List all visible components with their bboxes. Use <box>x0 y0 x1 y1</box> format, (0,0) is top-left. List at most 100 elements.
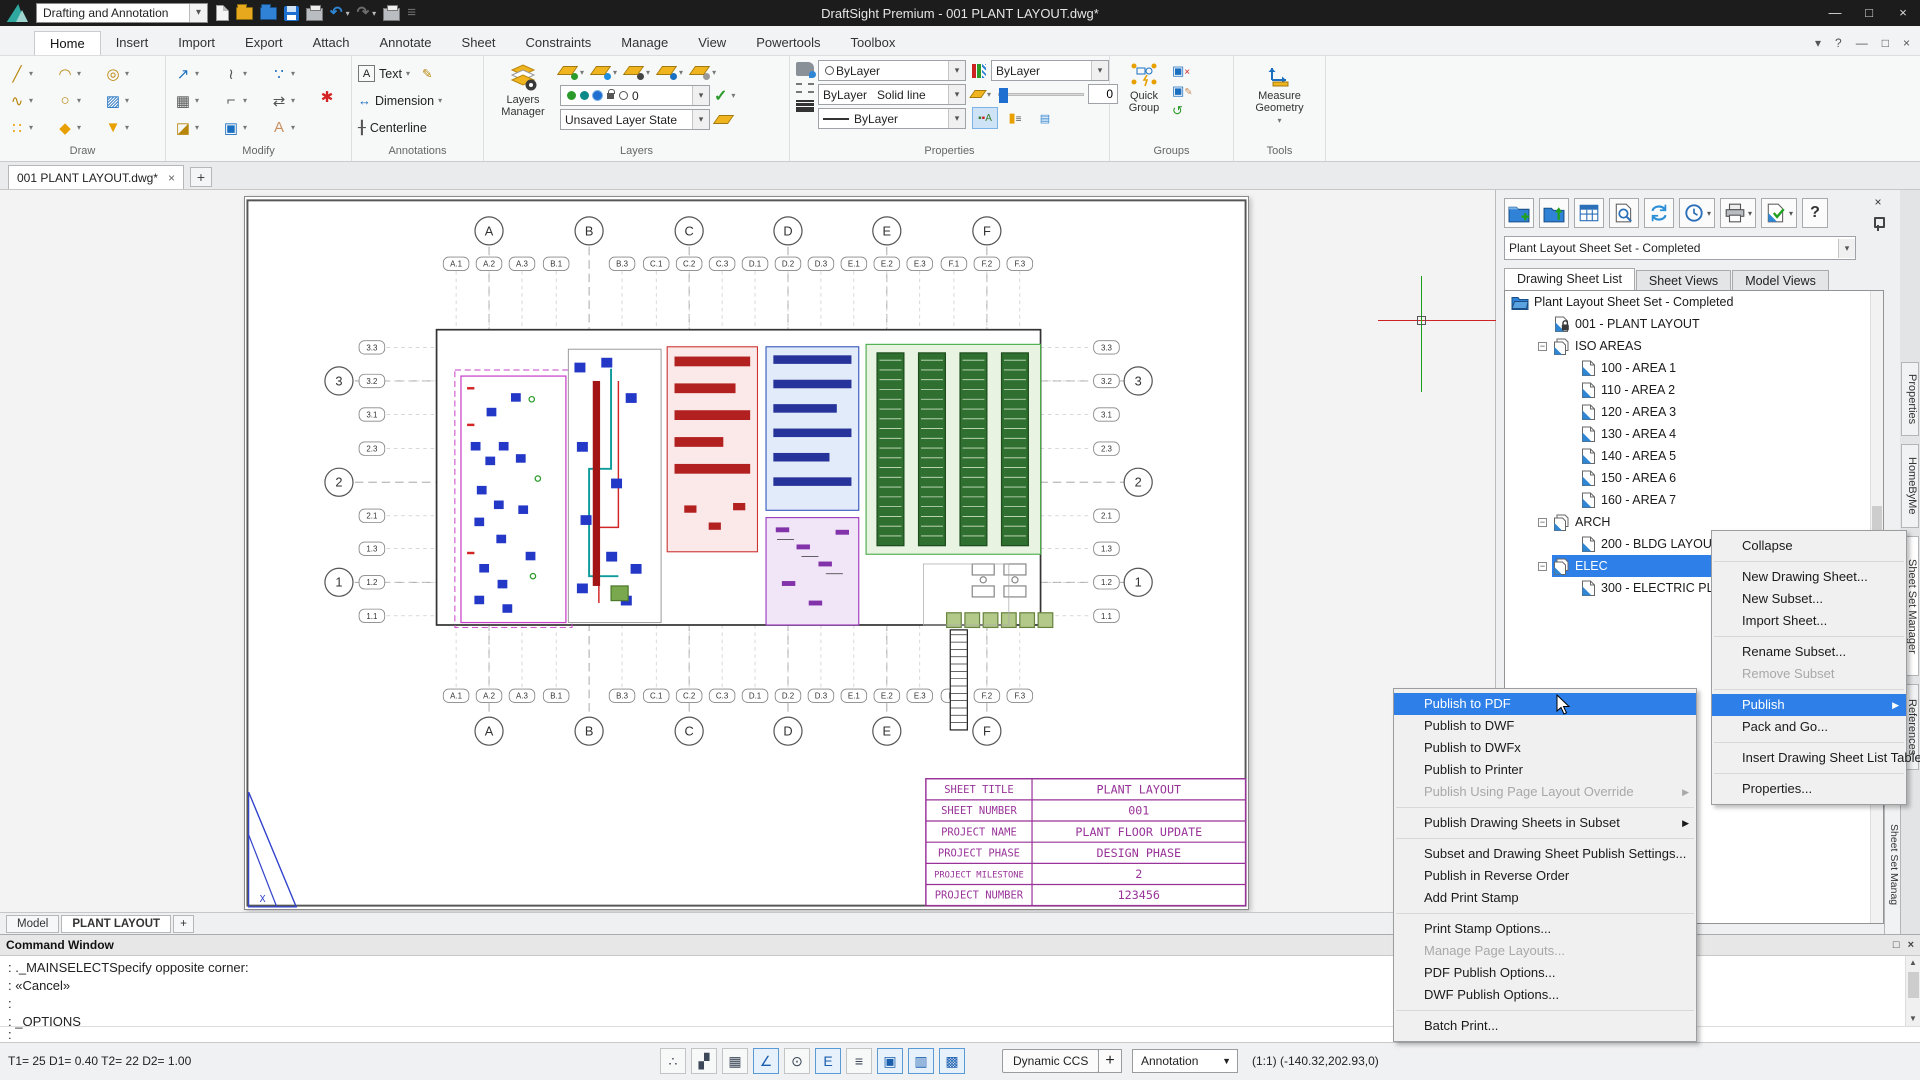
draftsight-logo-icon[interactable] <box>6 2 32 24</box>
publish-button[interactable]: ▾ <box>1761 198 1797 228</box>
trim-tool[interactable]: ⇄▾ <box>268 87 314 114</box>
tab-model[interactable]: Model <box>6 915 59 933</box>
menu-item-new-subset[interactable]: New Subset... <box>1712 588 1906 610</box>
offset-tool[interactable]: ▣▾ <box>220 114 266 141</box>
ribbon-tab-constraints[interactable]: Constraints <box>511 31 607 55</box>
measure-geometry-button[interactable]: Measure Geometry▾ <box>1243 60 1317 127</box>
ribbon-tab-home[interactable]: Home <box>34 31 101 55</box>
text-button[interactable]: AText▾✎ <box>358 60 432 87</box>
dropdown-icon[interactable]: ▾ <box>195 69 199 78</box>
toggle-entity-snap[interactable]: E <box>815 1048 841 1074</box>
dropdown-icon[interactable]: ▾ <box>125 123 129 132</box>
dropdown-icon[interactable]: ▾ <box>125 96 129 105</box>
tree-item-140-area-5[interactable]: 140 - AREA 5 <box>1505 445 1883 467</box>
delete-tool[interactable]: ◪▾ <box>172 114 218 141</box>
collapse-ribbon-icon[interactable]: ▾ <box>1815 36 1821 50</box>
ribbon-tab-view[interactable]: View <box>683 31 741 55</box>
menu-item-manage-page-layouts[interactable]: Manage Page Layouts... <box>1394 940 1696 962</box>
dropdown-icon[interactable]: ▾ <box>195 123 199 132</box>
tree-item-iso-areas[interactable]: −ISO AREAS <box>1505 335 1883 357</box>
help-icon[interactable]: ? <box>1835 36 1842 50</box>
dropdown-icon[interactable]: ▾ <box>243 69 247 78</box>
ribbon-tab-export[interactable]: Export <box>230 31 298 55</box>
toggle-pointer-snap[interactable]: ▞ <box>691 1048 717 1074</box>
add-workspace-button[interactable]: + <box>1098 1049 1122 1073</box>
split-tool[interactable]: ∵▾ <box>268 60 314 87</box>
stretch-tool[interactable]: ≀▾ <box>220 60 266 87</box>
tab-drawing-sheet-list[interactable]: Drawing Sheet List <box>1504 268 1635 291</box>
point-tool[interactable]: ∷▾ <box>6 114 52 141</box>
menu-item-publish-to-dwfx[interactable]: Publish to DWFx <box>1394 737 1696 759</box>
menu-item-rename-subset[interactable]: Rename Subset... <box>1712 641 1906 663</box>
drawing-canvas[interactable]: A.1A.1A.2A.2A.3A.3B.1B.1B.3B.3C.1C.1C.2C… <box>0 190 1496 934</box>
add-layout-button[interactable]: + <box>173 915 194 933</box>
arc-tool[interactable]: ◠▾ <box>54 60 100 87</box>
dropdown-icon[interactable]: ▾ <box>29 123 33 132</box>
menu-item-new-drawing-sheet[interactable]: New Drawing Sheet... <box>1712 566 1906 588</box>
menu-item-pdf-publish-options[interactable]: PDF Publish Options... <box>1394 962 1696 984</box>
dropdown-icon[interactable]: ▾ <box>291 123 295 132</box>
toggle-copy-mode[interactable]: ▩ <box>939 1048 965 1074</box>
panel-pin-icon[interactable] <box>1873 216 1883 232</box>
solid-fill-tool[interactable]: ▼▾ <box>102 114 148 141</box>
panel-close-icon[interactable]: × <box>1869 195 1887 211</box>
menu-item-pack-and-go[interactable]: Pack and Go... <box>1712 716 1906 738</box>
tree-item-plant-layout-sheet-set-completed[interactable]: Plant Layout Sheet Set - Completed <box>1505 291 1883 313</box>
circle-tool[interactable]: ◎▾ <box>102 60 148 87</box>
chamfer-tool[interactable]: ⌐▾ <box>220 87 266 114</box>
ribbon-tab-toolbox[interactable]: Toolbox <box>836 31 911 55</box>
document-tab[interactable]: 001 PLANT LAYOUT.dwg* × <box>8 165 184 189</box>
layer-isolate-icon[interactable]: ▾ <box>692 62 716 80</box>
ribbon-tab-insert[interactable]: Insert <box>101 31 164 55</box>
layers-manager-button[interactable]: Layers Manager <box>490 60 556 120</box>
new-document-tab-button[interactable]: + <box>190 167 212 187</box>
edit-group-icon[interactable]: ▣✎ <box>1172 83 1193 99</box>
dropdown-icon[interactable]: ▾ <box>291 69 295 78</box>
menu-item-publish-to-dwf[interactable]: Publish to DWF <box>1394 715 1696 737</box>
doc-restore-icon[interactable]: □ <box>1882 36 1889 50</box>
menu-item-add-print-stamp[interactable]: Add Print Stamp <box>1394 887 1696 909</box>
annotation-scale-select[interactable]: Annotation ▼ <box>1132 1049 1238 1073</box>
menu-item-print-stamp-options[interactable]: Print Stamp Options... <box>1394 918 1696 940</box>
pattern-tool[interactable]: ▦▾ <box>172 87 218 114</box>
ellipse-tool[interactable]: ○▾ <box>54 87 100 114</box>
palette-tab-properties[interactable]: Properties <box>1901 362 1919 436</box>
menu-item-properties[interactable]: Properties... <box>1712 778 1906 800</box>
layer-preview-icon[interactable]: ▾ <box>659 62 683 80</box>
layer-state-select[interactable]: Unsaved Layer State▾ <box>560 109 710 130</box>
sheet-list-button[interactable] <box>1574 198 1604 228</box>
menu-item-publish-in-reverse-order[interactable]: Publish in Reverse Order <box>1394 865 1696 887</box>
transparency-slider[interactable] <box>998 93 1084 96</box>
line-tool[interactable]: ╱▾ <box>6 60 52 87</box>
annotation-visibility-button[interactable]: ▪▪A <box>972 107 998 129</box>
command-window-close-icon[interactable]: × <box>1908 939 1914 951</box>
tab-plant-layout[interactable]: PLANT LAYOUT <box>61 915 171 933</box>
dropdown-icon[interactable]: ▾ <box>29 69 33 78</box>
dropdown-icon[interactable]: ▾ <box>29 96 33 105</box>
ribbon-tab-manage[interactable]: Manage <box>606 31 683 55</box>
color-tool-icon[interactable] <box>796 62 814 76</box>
document-tab-close-icon[interactable]: × <box>168 171 175 185</box>
new-file-icon[interactable] <box>216 5 229 21</box>
toggle-polar[interactable]: ⊙ <box>784 1048 810 1074</box>
toggle-grid[interactable]: ▦ <box>722 1048 748 1074</box>
layer-select[interactable]: 0 ▾ <box>560 85 710 106</box>
tree-item-001-plant-layout[interactable]: 001 - PLANT LAYOUT <box>1505 313 1883 335</box>
doc-minimize-icon[interactable]: — <box>1856 36 1868 50</box>
history-button[interactable]: ▾ <box>1679 198 1715 228</box>
menu-item-collapse[interactable]: Collapse <box>1712 535 1906 557</box>
print-button[interactable]: ▾ <box>1720 198 1756 228</box>
menu-item-dwf-publish-options[interactable]: DWF Publish Options... <box>1394 984 1696 1006</box>
workspace-select[interactable]: Drafting and Annotation ▾ <box>36 3 208 23</box>
dropdown-icon[interactable]: ▾ <box>243 123 247 132</box>
tab-model-views[interactable]: Model Views <box>1732 270 1829 291</box>
color-select[interactable]: ByLayer▾ <box>818 60 966 81</box>
ungroup-icon[interactable]: ▣× <box>1172 63 1193 79</box>
tree-item-150-area-6[interactable]: 150 - AREA 6 <box>1505 467 1883 489</box>
annotation-add-scale-button[interactable]: ▮≡ <box>1002 107 1028 129</box>
toggle-dynamic-input[interactable]: ▥ <box>908 1048 934 1074</box>
confirm-icon[interactable]: ✓ <box>714 86 727 106</box>
sheet-set-select[interactable]: Plant Layout Sheet Set - Completed▾ <box>1504 236 1856 260</box>
move-tool[interactable]: ↗▾ <box>172 60 218 87</box>
layer-new-icon[interactable]: ▾ <box>593 62 617 80</box>
